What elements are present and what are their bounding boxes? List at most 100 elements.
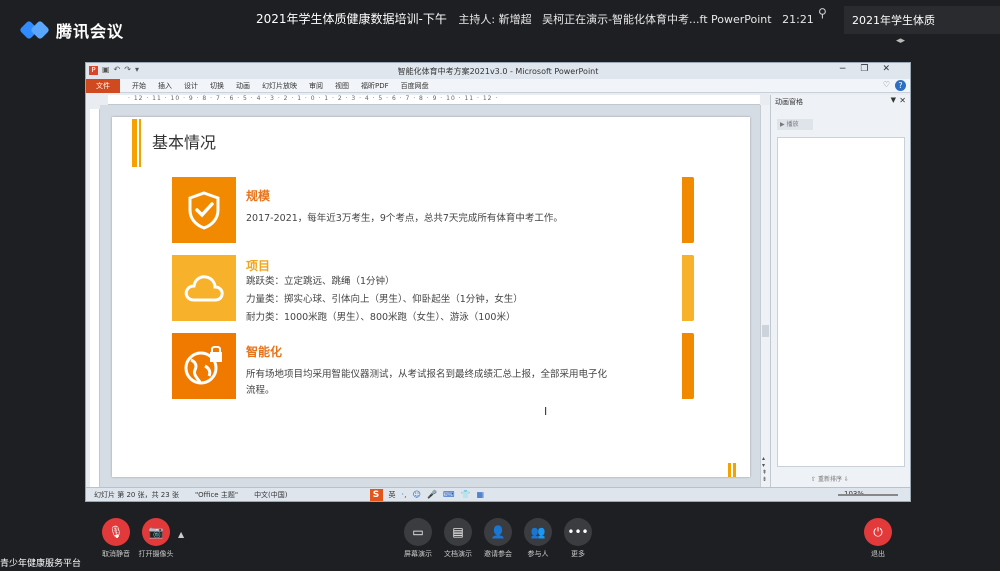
camera-off-icon: 📷	[142, 518, 170, 546]
document-icon: ▤	[444, 518, 472, 546]
emoji-icon[interactable]: ☺	[413, 490, 421, 499]
tencent-meeting-logo-icon	[19, 20, 50, 40]
text-cursor-icon: I	[544, 405, 548, 418]
item-text: 跳跃类：立定跳远、跳绳（1分钟）	[246, 276, 395, 287]
vertical-scrollbar[interactable]: ▴ ▾ ⇞ ⇟	[760, 105, 770, 489]
share-screen-label: 屏幕演示	[404, 550, 432, 558]
presenting-status: 吴柯正在演示-智能化体育中考...ft PowerPoint	[542, 13, 772, 26]
corner-accent	[728, 463, 731, 477]
item-side-tab	[682, 177, 694, 243]
unmute-label: 取消静音	[102, 550, 130, 558]
power-icon: ⏻	[864, 518, 892, 546]
item-heading: 项目	[246, 259, 271, 273]
powerpoint-window: P ▣↶↷▾ 智能化体育中考方案2021v3.0 - Microsoft Pow…	[85, 62, 911, 502]
ppt-titlebar: P ▣↶↷▾ 智能化体育中考方案2021v3.0 - Microsoft Pow…	[86, 63, 910, 79]
skin-icon[interactable]: 👕	[460, 490, 470, 499]
slide-counter: 幻灯片 第 20 张，共 23 张	[94, 490, 179, 499]
meeting-window: 腾讯会议 2021年学生体质健康数据培训-下午 主持人: 靳增超 吴柯正在演示-…	[0, 0, 1000, 571]
theme-name: "Office 主题"	[194, 490, 239, 499]
meeting-toolbar: 🎙 取消静音 📷 打开摄像头 ▲ ▭ 屏幕演示 ▤ 文档演示 👤 邀请参会 👥 …	[0, 510, 1000, 571]
tab-home[interactable]: 开始	[126, 81, 152, 91]
more-button[interactable]: ••• 更多	[550, 518, 606, 559]
play-label: 播放	[786, 121, 799, 128]
brand: 腾讯会议	[19, 18, 124, 42]
ime-toolbar[interactable]: S 英 ·, ☺ 🎤 ⌨ 👕 ▦	[369, 488, 484, 501]
screen-share-icon: ▭	[404, 518, 432, 546]
tab-file[interactable]: 文件	[86, 78, 120, 93]
item-text: 所有场地项目均采用智能仪器测试，从考试报名到最终成绩汇总上报，全部采用电子化	[246, 369, 608, 380]
camera-options-icon[interactable]: ▲	[178, 530, 184, 539]
muted-mic-icon: 🎙	[102, 518, 130, 546]
animation-pane-header: 动画窗格 ▼ ✕	[771, 95, 910, 107]
tab-foxit-pdf[interactable]: 福昕PDF	[355, 81, 395, 91]
meeting-host: 主持人: 靳增超	[458, 13, 532, 26]
meeting-time: 21:21	[782, 13, 814, 26]
tab-slideshow[interactable]: 幻灯片放映	[256, 81, 303, 91]
corner-meeting-title[interactable]: 2021年学生体质	[844, 6, 1000, 34]
ime-mode[interactable]: 英	[389, 490, 396, 500]
tab-view[interactable]: 视图	[329, 81, 355, 91]
corner-accent	[733, 463, 736, 477]
item-heading: 智能化	[246, 345, 283, 359]
doc-present-label: 文档演示	[444, 550, 472, 558]
animation-list[interactable]	[777, 137, 905, 467]
help-icon[interactable]: ?	[895, 80, 906, 91]
ime-punct-icon[interactable]: ·,	[402, 490, 407, 499]
pane-dropdown-icon[interactable]: ▼	[891, 96, 896, 104]
play-button[interactable]: ▶ 播放	[777, 119, 813, 130]
meeting-info: 2021年学生体质健康数据培训-下午 主持人: 靳增超 吴柯正在演示-智能化体育…	[256, 10, 814, 27]
title-accent-bar	[132, 119, 137, 167]
tab-design[interactable]: 设计	[178, 81, 204, 91]
microphone-icon[interactable]: 🎤	[427, 490, 437, 499]
item-heading: 规模	[246, 189, 271, 203]
reorder-control[interactable]: ⇧ 重新排序 ⇩	[811, 474, 849, 483]
window-controls[interactable]: −❐✕	[839, 64, 904, 74]
tab-transitions[interactable]: 切换	[204, 81, 230, 91]
zoom-slider[interactable]	[838, 494, 898, 496]
tab-review[interactable]: 审阅	[303, 81, 329, 91]
leave-button[interactable]: ⏻ 退出	[850, 518, 906, 559]
item-side-tab	[682, 255, 694, 321]
document-title: 智能化体育中考方案2021v3.0 - Microsoft PowerPoint	[397, 67, 599, 76]
participants-icon: 👥	[524, 518, 552, 546]
more-icon: •••	[564, 518, 592, 546]
participants-label: 参与人	[527, 550, 549, 558]
info-item-scale[interactable]: 规模 2017-2021，每年近3万考生，9个考点，总共7天完成所有体育中考工作…	[172, 177, 694, 243]
item-side-tab	[682, 333, 694, 399]
item-text: 流程。	[246, 385, 275, 396]
toolbox-icon[interactable]: ▦	[476, 490, 484, 499]
collapse-icon[interactable]: ◂▸	[896, 36, 905, 46]
item-text: 2017-2021，每年近3万考生，9个考点，总共7天完成所有体育中考工作。	[246, 213, 563, 224]
more-label: 更多	[571, 550, 585, 558]
pin-icon[interactable]: ⚲	[818, 6, 832, 20]
status-bar: 幻灯片 第 20 张，共 23 张 "Office 主题" 中文(中国) S 英…	[86, 487, 910, 501]
slide-title[interactable]: 基本情况	[152, 129, 216, 153]
meeting-title: 2021年学生体质健康数据培训-下午	[256, 12, 447, 26]
item-text: 耐力类：1000米跑（男生）、800米跑（女生）、游泳（100米）	[246, 312, 516, 323]
slide-canvas[interactable]: 基本情况 规模 2017-2021，每年近3万考生，9个考点，总共7天完成所有体…	[112, 117, 750, 477]
ribbon-tabs: 文件 开始 插入 设计 切换 动画 幻灯片放映 审阅 视图 福昕PDF 百度网盘…	[86, 78, 910, 93]
camera-button[interactable]: 📷 打开摄像头	[128, 518, 184, 559]
globe-lock-icon	[172, 333, 236, 399]
camera-label: 打开摄像头	[138, 550, 174, 558]
tab-baidu-netdisk[interactable]: 百度网盘	[395, 81, 435, 91]
close-icon[interactable]: ✕	[899, 96, 906, 105]
channel-name: 青少年健康服务平台	[0, 559, 82, 569]
scrollbar-thumb[interactable]	[762, 325, 769, 337]
cloud-icon	[172, 255, 236, 321]
tab-animations[interactable]: 动画	[230, 81, 256, 91]
title-accent-bar-thin	[139, 119, 141, 167]
tab-insert[interactable]: 插入	[152, 81, 178, 91]
slide-nav-arrows-icon[interactable]: ▴ ▾ ⇞ ⇟	[762, 455, 767, 483]
invite-label: 邀请参会	[484, 550, 512, 558]
add-user-icon: 👤	[484, 518, 512, 546]
minimize-ribbon-icon[interactable]: ♡	[883, 80, 890, 89]
info-item-intelligent[interactable]: 智能化 所有场地项目均采用智能仪器测试，从考试报名到最终成绩汇总上报，全部采用电…	[172, 333, 694, 399]
sogou-ime-icon[interactable]: S	[369, 488, 383, 501]
animation-pane: 动画窗格 ▼ ✕ ▶ 播放 ⇧ 重新排序 ⇩	[770, 95, 910, 489]
reorder-label: 重新排序	[817, 476, 842, 483]
keyboard-icon[interactable]: ⌨	[443, 490, 455, 499]
animation-pane-title: 动画窗格	[775, 98, 803, 106]
info-item-projects[interactable]: 项目 跳跃类：立定跳远、跳绳（1分钟） 力量类：掷实心球、引体向上（男生）、仰卧…	[172, 255, 694, 323]
meeting-header: 腾讯会议 2021年学生体质健康数据培训-下午 主持人: 靳增超 吴柯正在演示-…	[0, 0, 1000, 52]
